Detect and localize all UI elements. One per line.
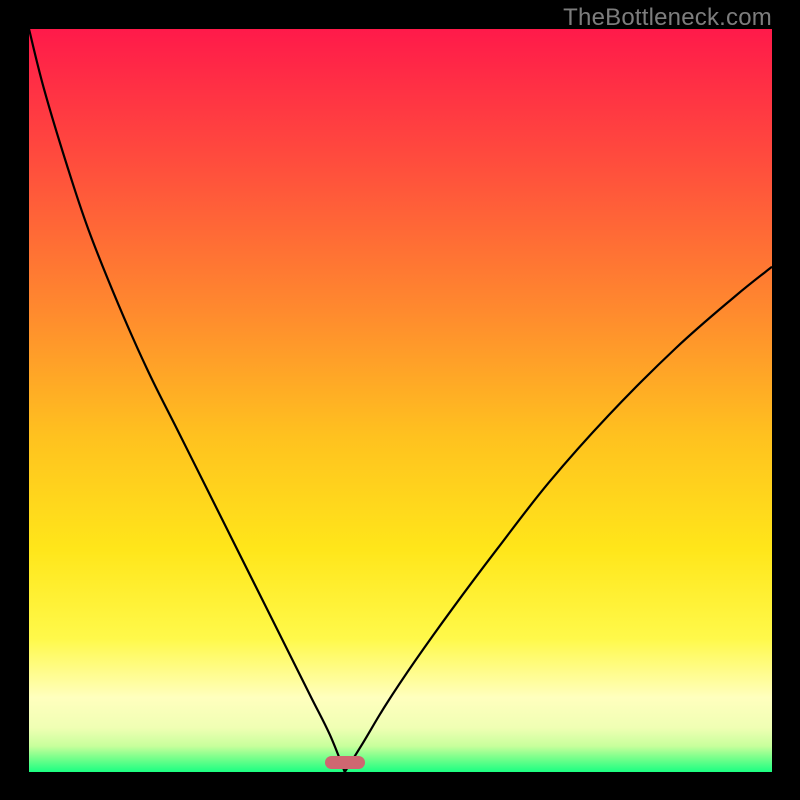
plot-area (29, 29, 772, 772)
bottleneck-marker (325, 756, 365, 769)
bottleneck-chart (29, 29, 772, 772)
watermark-label: TheBottleneck.com (563, 4, 772, 32)
chart-frame: TheBottleneck.com (0, 0, 800, 800)
gradient-background (29, 29, 772, 772)
